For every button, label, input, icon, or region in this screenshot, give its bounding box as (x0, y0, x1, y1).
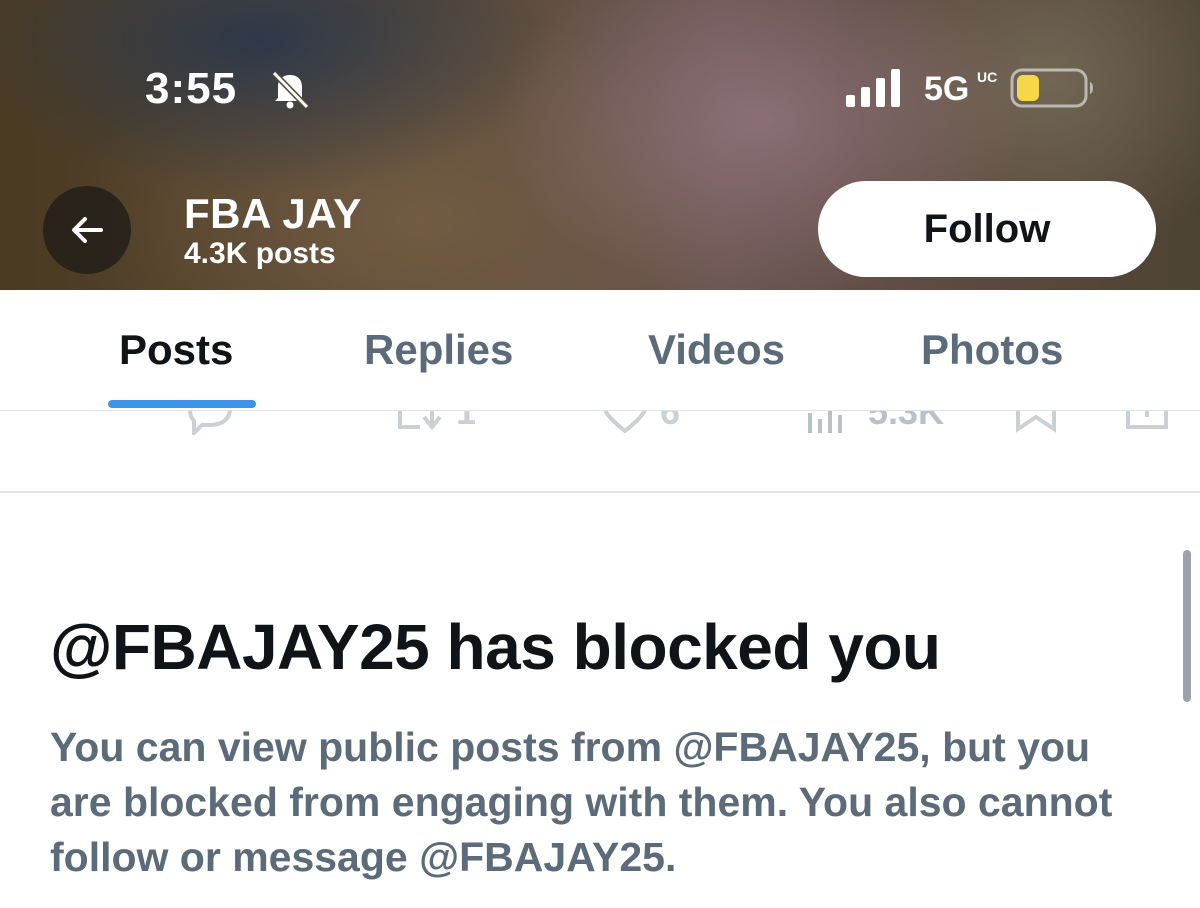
bell-slash-icon (271, 70, 310, 110)
profile-tabs: Posts Replies Videos Photos (0, 290, 1200, 411)
cellular-signal-icon (846, 69, 900, 107)
post-count: 4.3K posts (184, 237, 336, 270)
blocked-title: @FBAJAY25 has blocked you (50, 611, 941, 683)
views-icon[interactable] (808, 411, 850, 433)
tab-videos[interactable]: Videos (648, 326, 785, 374)
like-count: 6 (660, 411, 681, 432)
profile-name: FBA JAY (184, 190, 362, 237)
like-icon[interactable] (600, 411, 650, 435)
status-time: 3:55 (145, 64, 238, 113)
profile-header-banner: 3:55 5G UC FBA JAY 4.3K posts Follow (0, 0, 1200, 290)
battery-low-icon (1010, 68, 1093, 108)
view-count: 5.3K (868, 411, 945, 432)
share-icon[interactable] (1124, 411, 1170, 433)
network-superscript: UC (977, 69, 998, 85)
scrollbar[interactable] (1183, 550, 1191, 702)
repost-icon[interactable] (396, 411, 448, 433)
blocked-description: You can view public posts from @FBAJAY25… (50, 724, 1113, 880)
tab-replies[interactable]: Replies (364, 326, 513, 374)
active-tab-indicator (108, 400, 256, 408)
tab-photos[interactable]: Photos (921, 326, 1063, 374)
reply-icon[interactable] (184, 411, 236, 435)
arrow-left-icon (72, 217, 103, 243)
post-action-bar: 1 6 5.3K (0, 411, 1200, 493)
back-button[interactable] (43, 186, 131, 274)
follow-button[interactable]: Follow (818, 181, 1156, 277)
bookmark-icon[interactable] (1014, 411, 1058, 433)
network-type: 5G (924, 70, 970, 108)
tab-posts[interactable]: Posts (119, 326, 233, 374)
repost-count: 1 (456, 411, 477, 432)
